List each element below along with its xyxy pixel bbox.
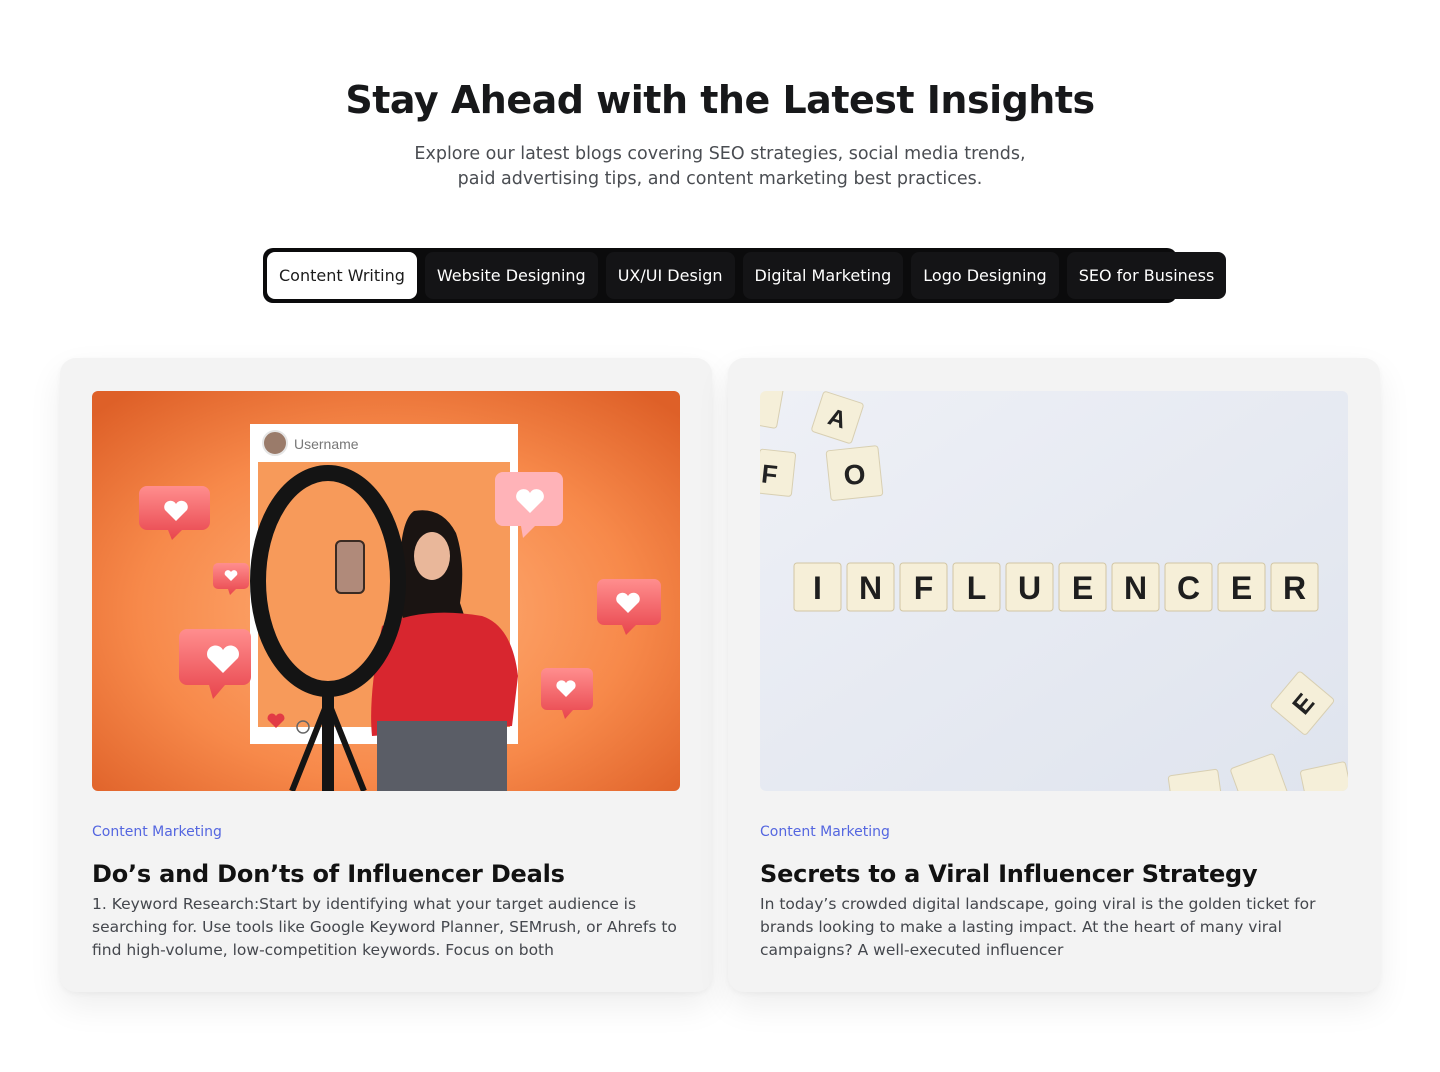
tab-content-writing[interactable]: Content Writing [267, 252, 417, 299]
svg-text:U: U [1018, 570, 1041, 606]
svg-text:I: I [813, 570, 822, 606]
letter-tile: U [1005, 562, 1054, 612]
blog-card[interactable]: Username Content Marketing Do’s and Don’… [60, 358, 712, 992]
letter-tile: C [1164, 562, 1213, 612]
blog-card[interactable]: A F O E INFLUENCER Content Marketing Sec… [728, 358, 1380, 992]
category-tabs: Content Writing Website Designing UX/UI … [263, 248, 1227, 303]
blog-card-image[interactable]: Username [92, 391, 680, 791]
letter-tile: E [1217, 562, 1266, 612]
post-username-text: Username [294, 436, 359, 452]
tab-seo-for-business[interactable]: SEO for Business [1066, 252, 1227, 299]
blog-category[interactable]: Content Marketing [92, 824, 222, 840]
tab-logo-designing[interactable]: Logo Designing [911, 252, 1059, 299]
letter-tile: F [899, 562, 948, 612]
letter-tile: R [1270, 562, 1319, 612]
svg-text:O: O [842, 458, 867, 491]
tab-website-designing[interactable]: Website Designing [424, 252, 598, 299]
section-subtitle: Explore our latest blogs covering SEO st… [414, 144, 1026, 189]
letter-tile: E [1058, 562, 1107, 612]
tab-ux-ui-design[interactable]: UX/UI Design [605, 252, 735, 299]
svg-text:E: E [1231, 570, 1252, 606]
svg-text:F: F [760, 458, 779, 489]
blog-excerpt: 1. Keyword Research:Start by identifying… [92, 895, 677, 959]
svg-text:C: C [1177, 570, 1200, 606]
section-title: Stay Ahead with the Latest Insights [345, 78, 1095, 122]
svg-text:E: E [1072, 570, 1093, 606]
letter-tile: I [793, 562, 842, 612]
letter-tile: L [952, 562, 1001, 612]
blog-title[interactable]: Secrets to a Viral Influencer Strategy [760, 860, 1258, 888]
letter-tile: N [1111, 562, 1160, 612]
svg-text:R: R [1283, 570, 1306, 606]
blog-excerpt: In today’s crowded digital landscape, go… [760, 895, 1316, 959]
svg-text:L: L [967, 570, 987, 606]
svg-text:F: F [914, 570, 934, 606]
blog-title[interactable]: Do’s and Don’ts of Influencer Deals [92, 860, 565, 888]
svg-text:N: N [1124, 570, 1147, 606]
blog-category[interactable]: Content Marketing [760, 824, 890, 840]
blog-card-image[interactable]: A F O E INFLUENCER [760, 391, 1348, 791]
tab-digital-marketing[interactable]: Digital Marketing [742, 252, 904, 299]
letter-tile: N [846, 562, 895, 612]
svg-text:N: N [859, 570, 882, 606]
